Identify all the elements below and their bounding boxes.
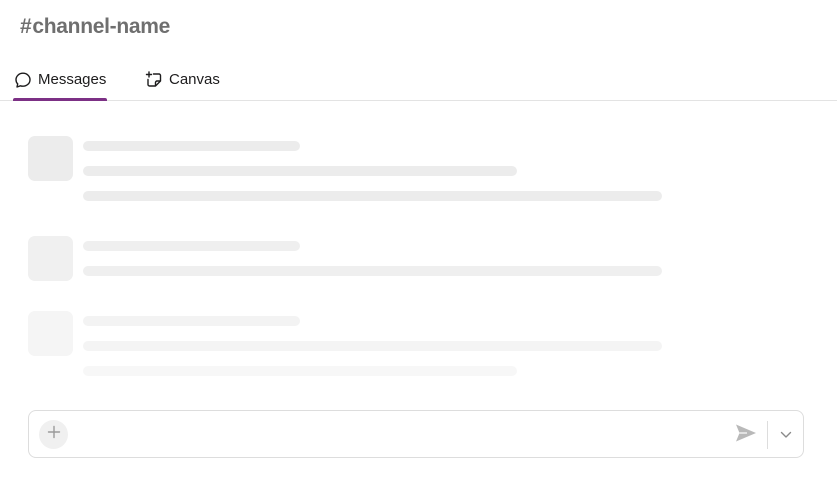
send-button[interactable] [733, 422, 759, 448]
message-bubble-icon [14, 71, 32, 89]
add-attachment-button[interactable] [39, 420, 68, 449]
tab-messages[interactable]: Messages [12, 60, 108, 101]
send-icon [734, 422, 758, 449]
skeleton-line [83, 316, 300, 326]
composer-divider [767, 421, 768, 449]
chevron-down-icon [780, 426, 792, 444]
channel-title[interactable]: # channel-name [20, 12, 170, 42]
skeleton-avatar [28, 236, 73, 281]
channel-tabs: Messages Canvas [0, 60, 837, 101]
skeleton-line [83, 266, 662, 276]
channel-hash-symbol: # [20, 15, 32, 38]
channel-name: channel-name [32, 15, 170, 38]
skeleton-avatar [28, 136, 73, 181]
skeleton-line [83, 166, 517, 176]
tab-canvas[interactable]: Canvas [144, 60, 220, 99]
skeleton-line [83, 366, 517, 376]
message-composer [28, 410, 804, 458]
canvas-icon [144, 70, 163, 89]
skeleton-line [83, 141, 300, 151]
tab-canvas-label: Canvas [169, 71, 220, 88]
skeleton-line [83, 341, 662, 351]
send-options-button[interactable] [776, 425, 796, 445]
skeleton-line [83, 241, 300, 251]
plus-icon [46, 424, 62, 445]
skeleton-line [83, 191, 662, 201]
message-input[interactable] [79, 423, 723, 449]
tab-messages-label: Messages [38, 71, 107, 88]
skeleton-avatar [28, 311, 73, 356]
